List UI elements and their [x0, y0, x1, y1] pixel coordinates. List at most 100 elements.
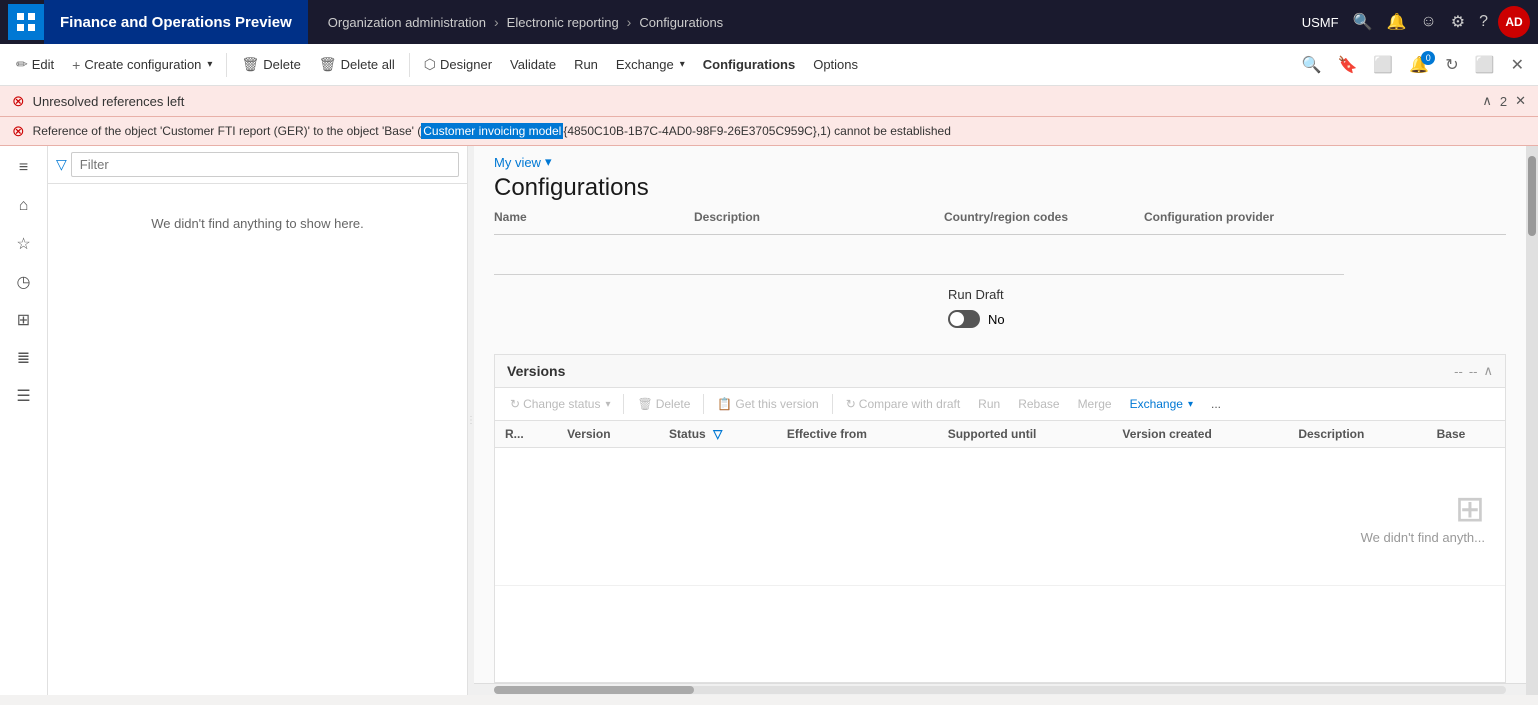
compare-with-draft-button[interactable]: ↻ Compare with draft — [839, 394, 967, 414]
search-filter-icon[interactable]: 🔍 — [1296, 51, 1328, 79]
plus-icon: + — [72, 57, 80, 73]
breadcrumb-org[interactable]: Organization administration — [328, 15, 486, 30]
merge-button[interactable]: Merge — [1071, 394, 1119, 414]
app-title: Finance and Operations Preview — [44, 0, 308, 44]
edit-icon: ✏ — [16, 56, 28, 73]
vt-sep-1 — [623, 394, 624, 414]
home-icon[interactable]: ⌂ — [4, 188, 44, 224]
error-banner-2-text-after: {4850C10B-1B7C-4AD0-98F9-26E3705C959C},1… — [563, 124, 951, 138]
delete-button[interactable]: 🗑 Delete — [233, 52, 308, 77]
versions-dash2: -- — [1469, 364, 1478, 379]
run-draft-toggle[interactable] — [948, 310, 980, 328]
horizontal-scrollbar[interactable] — [474, 683, 1526, 695]
list-icon[interactable]: ☰ — [4, 378, 44, 414]
breadcrumb-config[interactable]: Configurations — [639, 15, 723, 30]
scroll-thumb[interactable] — [494, 686, 694, 694]
collapse-versions-icon[interactable]: ∧ — [1483, 363, 1493, 379]
field-description[interactable] — [694, 247, 944, 275]
col-version: Version — [557, 421, 659, 448]
versions-title: Versions — [507, 363, 565, 379]
vertical-scrollbar[interactable] — [1526, 146, 1538, 695]
config-fields — [494, 243, 1506, 279]
left-panel: ▽ We didn't find anything to show here. — [48, 146, 468, 695]
options-button[interactable]: Options — [805, 53, 866, 76]
delete-all-button[interactable]: 🗑 Delete all — [311, 52, 403, 77]
exchange-button[interactable]: Exchange ▾ — [608, 53, 693, 76]
designer-button[interactable]: ⬡ Designer — [416, 52, 500, 77]
field-country[interactable] — [944, 247, 1144, 275]
error-banner-1: ⊗ Unresolved references left ∧ 2 ✕ — [0, 86, 1538, 117]
vertical-scroll-thumb[interactable] — [1528, 156, 1536, 236]
delete-icon: 🗑 — [241, 56, 259, 73]
col-effective-from: Effective from — [777, 421, 938, 448]
close-panel-icon[interactable]: ✕ — [1505, 51, 1530, 79]
breadcrumb-sep-2: › — [627, 14, 632, 30]
notification-badge[interactable]: 🔔 0 — [1403, 51, 1435, 79]
run-draft-toggle-row: No — [948, 310, 1506, 338]
versions-exchange-button[interactable]: Exchange ▾ — [1123, 394, 1200, 414]
recent-icon[interactable]: ◷ — [4, 264, 44, 300]
breadcrumb: Organization administration › Electronic… — [308, 14, 1302, 30]
validate-button[interactable]: Validate — [502, 53, 564, 76]
avatar[interactable]: AD — [1498, 6, 1530, 38]
versions-empty-message: We didn't find anyth... — [1361, 530, 1485, 545]
col-description: Description — [1288, 421, 1426, 448]
versions-more-button[interactable]: ... — [1204, 394, 1228, 414]
smiley-icon[interactable]: ☺ — [1416, 9, 1440, 35]
vt-sep-3 — [832, 394, 833, 414]
main-content: ≡ ⌂ ☆ ◷ ⊞ ≣ ☰ ▽ We didn't find anything … — [0, 146, 1538, 695]
help-icon[interactable]: ? — [1475, 9, 1492, 35]
col-country: Country/region codes — [944, 206, 1144, 228]
change-status-button[interactable]: ↻ Change status ▾ — [503, 394, 617, 414]
filter-lines-icon[interactable]: ≣ — [4, 340, 44, 376]
apps-button[interactable] — [8, 4, 44, 40]
versions-exchange-arrow-icon: ▾ — [1188, 399, 1193, 410]
my-view-selector[interactable]: My view ▾ — [494, 154, 1506, 170]
col-status: Status ▽ — [659, 421, 777, 448]
breadcrumb-sep-1: › — [494, 14, 499, 30]
collapse-icon[interactable]: ∧ — [1482, 93, 1492, 109]
get-this-version-button[interactable]: 📋 Get this version — [710, 394, 825, 414]
bookmark-icon[interactable]: 🔖 — [1332, 51, 1364, 79]
empty-state-icon: ⊞ — [1455, 488, 1485, 530]
versions-delete-icon: 🗑 — [637, 397, 652, 411]
versions-empty-row: ⊞ We didn't find anyth... — [495, 448, 1505, 586]
main-toolbar: ✏ Edit + Create configuration ▾ 🗑 Delete… — [0, 44, 1538, 86]
run-button[interactable]: Run — [566, 53, 606, 76]
create-configuration-button[interactable]: + Create configuration ▾ — [64, 53, 220, 77]
filter-icon[interactable]: ▽ — [56, 156, 67, 173]
status-filter-icon[interactable]: ▽ — [713, 427, 722, 441]
col-description: Description — [694, 206, 944, 228]
workspaces-icon[interactable]: ⊞ — [4, 302, 44, 338]
field-name[interactable] — [494, 247, 694, 275]
field-provider[interactable] — [1144, 247, 1344, 275]
edit-button[interactable]: ✏ Edit — [8, 52, 62, 77]
open-new-icon[interactable]: ⬜ — [1469, 51, 1501, 79]
compare-icon: ↻ — [846, 397, 856, 411]
filter-input[interactable] — [71, 152, 459, 177]
columns-icon[interactable]: ⬜ — [1367, 51, 1399, 79]
left-panel-toolbar: ▽ — [48, 146, 467, 184]
run-draft-label: Run Draft — [948, 287, 1004, 302]
favorites-icon[interactable]: ☆ — [4, 226, 44, 262]
rebase-button[interactable]: Rebase — [1011, 394, 1066, 414]
versions-run-button[interactable]: Run — [971, 394, 1007, 414]
breadcrumb-er[interactable]: Electronic reporting — [507, 15, 619, 30]
col-base: Base — [1427, 421, 1505, 448]
exchange-arrow-icon: ▾ — [680, 59, 685, 70]
search-icon[interactable]: 🔍 — [1349, 8, 1377, 36]
page-title: Configurations — [494, 174, 1506, 202]
delete-all-icon: 🗑 — [319, 56, 337, 73]
close-icon[interactable]: ✕ — [1515, 93, 1526, 109]
notification-bell-icon[interactable]: 🔔 — [1382, 8, 1410, 36]
toolbar-right: 🔍 🔖 ⬜ 🔔 0 ↻ ⬜ ✕ — [1296, 51, 1530, 79]
left-panel-empty: We didn't find anything to show here. — [48, 192, 467, 255]
versions-table-header-row: R... Version Status ▽ Effective from Sup… — [495, 421, 1505, 448]
error-banner-close[interactable]: ∧ 2 ✕ — [1482, 93, 1526, 109]
configurations-tab[interactable]: Configurations — [695, 53, 803, 76]
settings-icon[interactable]: ⚙ — [1447, 8, 1469, 36]
versions-header: Versions -- -- ∧ — [495, 355, 1505, 388]
versions-delete-button[interactable]: 🗑 Delete — [630, 394, 697, 414]
refresh-icon[interactable]: ↻ — [1439, 51, 1464, 79]
hamburger-menu-icon[interactable]: ≡ — [4, 150, 44, 186]
